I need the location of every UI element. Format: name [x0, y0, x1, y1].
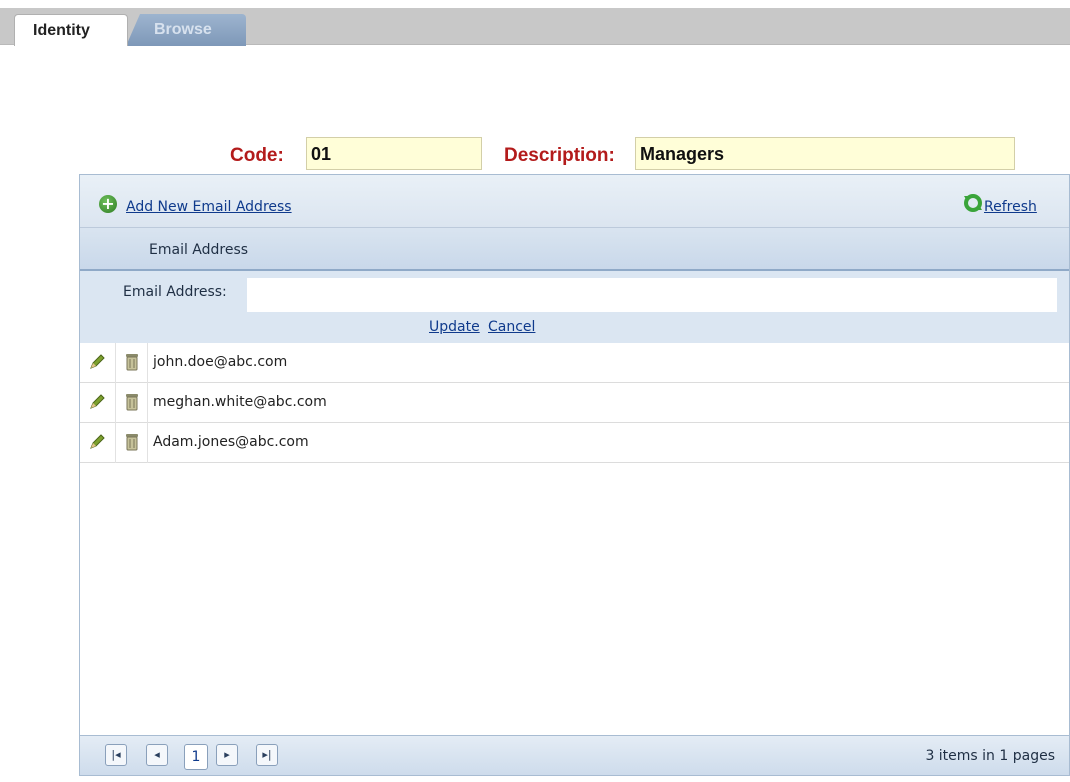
column-header-email[interactable]: Email Address	[149, 242, 248, 258]
pencil-icon[interactable]	[88, 433, 106, 455]
pencil-icon[interactable]	[88, 393, 106, 415]
grid-header: Email Address	[80, 228, 1069, 271]
grid-command-bar: + Add New Email Address Refresh	[80, 175, 1069, 228]
email-cell: john.doe@abc.com	[153, 354, 288, 370]
email-cell: Adam.jones@abc.com	[153, 434, 309, 450]
code-field[interactable]: 01	[306, 137, 482, 170]
last-page-icon[interactable]: ▸|	[256, 744, 278, 766]
email-input[interactable]	[247, 278, 1057, 312]
insert-form-row: Email Address: Update Cancel	[80, 271, 1069, 343]
tab-browse[interactable]: Browse	[126, 14, 246, 46]
pager-summary: 3 items in 1 pages	[925, 748, 1055, 764]
description-label: Description:	[504, 145, 615, 166]
table-row: Adam.jones@abc.com	[80, 423, 1069, 463]
email-field-label: Email Address:	[123, 284, 227, 300]
code-label: Code:	[230, 145, 284, 166]
tab-identity[interactable]: Identity	[14, 14, 128, 46]
refresh-icon[interactable]	[962, 192, 984, 214]
trash-icon[interactable]	[123, 392, 141, 416]
update-link[interactable]: Update	[429, 319, 480, 335]
tab-strip: Browse Identity	[0, 8, 1070, 46]
prev-page-icon[interactable]: ◂	[146, 744, 168, 766]
first-page-icon[interactable]: |◂	[105, 744, 127, 766]
refresh-link[interactable]: Refresh	[984, 199, 1037, 215]
trash-icon[interactable]	[123, 352, 141, 376]
table-row: meghan.white@abc.com	[80, 383, 1069, 423]
pencil-icon[interactable]	[88, 353, 106, 375]
page: Browse Identity Code: 01 Description: Ma…	[0, 0, 1070, 782]
delete-cell	[116, 423, 148, 463]
pager: |◂ ◂ 1 ▸ ▸| 3 items in 1 pages	[80, 735, 1069, 775]
edit-cell	[80, 423, 116, 463]
description-field[interactable]: Managers	[635, 137, 1015, 170]
trash-icon[interactable]	[123, 432, 141, 456]
email-grid: + Add New Email Address Refresh Email Ad…	[79, 174, 1070, 776]
delete-cell	[116, 383, 148, 423]
page-number-button[interactable]: 1	[184, 744, 208, 770]
add-icon[interactable]: +	[99, 195, 117, 213]
add-new-email-link[interactable]: Add New Email Address	[126, 199, 292, 215]
edit-cell	[80, 343, 116, 383]
delete-cell	[116, 343, 148, 383]
email-cell: meghan.white@abc.com	[153, 394, 327, 410]
table-row: john.doe@abc.com	[80, 343, 1069, 383]
cancel-link[interactable]: Cancel	[488, 319, 535, 335]
edit-cell	[80, 383, 116, 423]
next-page-icon[interactable]: ▸	[216, 744, 238, 766]
